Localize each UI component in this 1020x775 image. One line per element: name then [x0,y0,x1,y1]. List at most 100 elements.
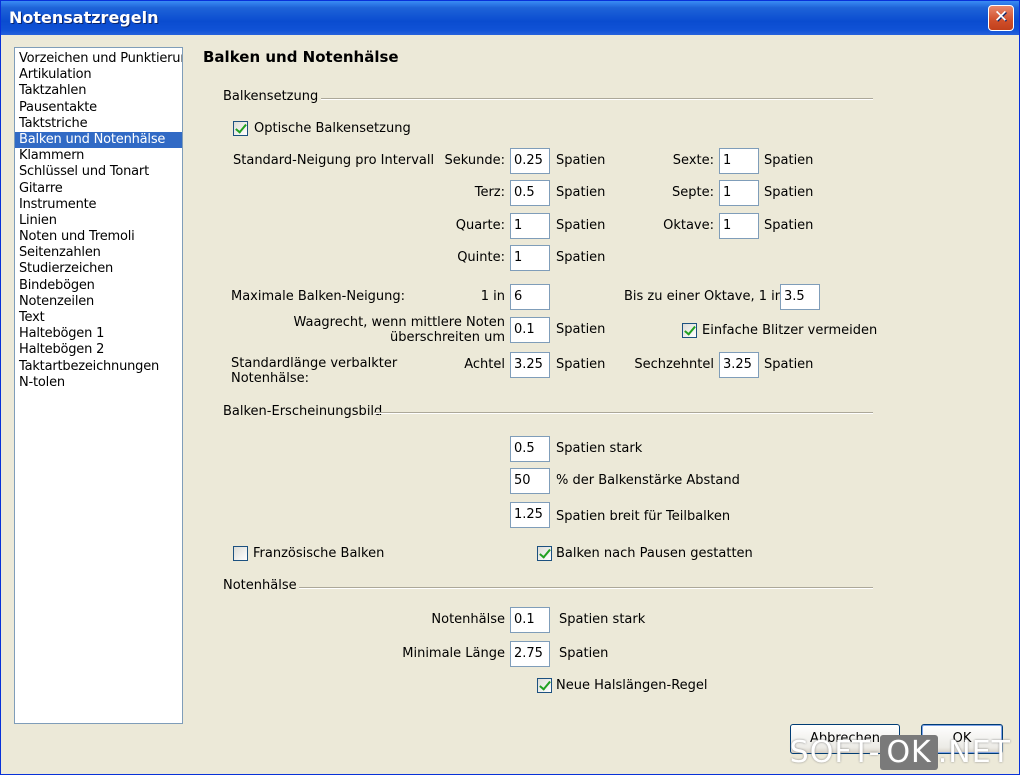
achtel-unit: Spatien [556,357,606,372]
balken-stark-label: Spatien stark [556,441,643,456]
sidebar-item[interactable]: Studierzeichen [15,261,182,277]
standardlaenge-label-line1: Standardlänge verbalkter [231,356,398,371]
bis-oktave-label: Bis zu einer Oktave, 1 in [624,289,783,304]
sidebar-item[interactable]: Klammern [15,148,182,164]
quarte-label: Quarte: [455,218,505,233]
waagrecht-label-line2: überschreiten um [389,330,505,345]
sidebar-item[interactable]: Schlüssel und Tonart [15,164,182,180]
sexte-unit: Spatien [764,153,814,168]
sidebar-item[interactable]: Linien [15,213,182,229]
title-bar[interactable]: Notensatzregeln ✕ [1,1,1019,35]
achtel-label: Achtel [464,357,505,372]
sechzehntel-label: Sechzehntel [634,357,714,372]
oktave-unit: Spatien [764,218,814,233]
notenhaelse-stark-input[interactable]: 0.1 [510,607,550,633]
standardlaenge-label-line2: Notenhälse: [231,371,309,386]
quarte-unit: Spatien [556,218,606,233]
notenhaelse-stark-unit: Spatien stark [559,612,646,627]
sidebar-item[interactable]: Pausentakte [15,100,182,116]
sidebar-item[interactable]: Noten und Tremoli [15,229,182,245]
sekunde-label: Sekunde: [444,153,506,168]
max-neigung-label: Maximale Balken-Neigung: [231,289,406,304]
sidebar-item[interactable]: Taktartbezeichnungen [15,359,182,375]
watermark: SOFT- OK .NET [790,735,1011,770]
page-title: Balken und Notenhälse [203,48,399,66]
sidebar-item[interactable]: Text [15,310,182,326]
balken-abstand-label: % der Balkenstärke Abstand [556,473,740,488]
min-laenge-input[interactable]: 2.75 [510,641,550,667]
watermark-part1: SOFT- [789,735,881,770]
oktave-input[interactable]: 1 [719,213,759,239]
close-icon: ✕ [993,7,1009,27]
group-divider [299,587,873,589]
min-laenge-label: Minimale Länge [402,646,505,661]
sekunde-input[interactable]: 0.25 [510,148,550,174]
group-label-erscheinungsbild: Balken-Erscheinungsbild [223,404,383,419]
sidebar-item[interactable]: Bindebögen [15,278,182,294]
teilbalken-label: Spatien breit für Teilbalken [556,509,731,524]
neue-halslaengen-checkbox[interactable] [537,678,552,693]
quarte-input[interactable]: 1 [510,213,550,239]
waagrecht-label-line1: Waagrecht, wenn mittlere Noten [293,315,505,330]
balken-stark-input[interactable]: 0.5 [510,436,550,462]
window-title: Notensatzregeln [9,8,159,27]
septe-input[interactable]: 1 [719,180,759,206]
teilbalken-input[interactable]: 1.25 [510,502,550,528]
bis-oktave-input[interactable]: 3.5 [780,284,820,310]
quinte-label: Quinte: [457,250,505,265]
sidebar-item[interactable]: Vorzeichen und Punktierun [15,51,182,67]
sidebar-item[interactable]: Haltebögen 1 [15,326,182,342]
waagrecht-label: Waagrecht, wenn mittlere Noten überschre… [281,315,505,345]
watermark-part2: OK [880,735,938,770]
oktave-label: Oktave: [663,218,714,233]
terz-unit: Spatien [556,185,606,200]
balken-nach-pausen-checkbox[interactable] [537,546,552,561]
sidebar-item[interactable]: Seitenzahlen [15,245,182,261]
waagrecht-input[interactable]: 0.1 [510,317,550,343]
min-laenge-unit: Spatien [559,646,609,661]
sidebar-item[interactable]: Balken und Notenhälse [15,131,182,149]
terz-label: Terz: [474,185,505,200]
sidebar-item[interactable]: Instrumente [15,197,182,213]
optische-balkensetzung-checkbox[interactable] [233,121,248,136]
sexte-label: Sexte: [672,153,714,168]
sidebar-item[interactable]: Taktstriche [15,116,182,132]
sekunde-unit: Spatien [556,153,606,168]
sechzehntel-input[interactable]: 3.25 [719,352,759,378]
dialog-window: Notensatzregeln ✕ Vorzeichen und Punktie… [0,0,1020,775]
group-label-balkensetzung: Balkensetzung [223,89,319,104]
sidebar-item[interactable]: Artikulation [15,67,182,83]
sidebar-item[interactable]: Gitarre [15,181,182,197]
septe-label: Septe: [672,185,714,200]
notenhaelse-stark-label: Notenhälse [431,612,505,627]
group-label-notenhaelse: Notenhälse [223,578,297,593]
balken-abstand-input[interactable]: 50 [510,468,550,494]
standardlaenge-label: Standardlänge verbalkter Notenhälse: [231,356,397,386]
balken-nach-pausen-label: Balken nach Pausen gestatten [556,546,753,561]
neue-halslaengen-label: Neue Halslängen-Regel [556,678,708,693]
sidebar-item[interactable]: Haltebögen 2 [15,342,182,358]
max-neigung-input[interactable]: 6 [510,284,550,310]
blitzer-label: Einfache Blitzer vermeiden [702,323,878,338]
sidebar-item[interactable]: Taktzahlen [15,83,182,99]
terz-input[interactable]: 0.5 [510,180,550,206]
sidebar-item[interactable]: Notenzeilen [15,294,182,310]
group-divider [374,412,873,414]
sechzehntel-unit: Spatien [764,357,814,372]
quinte-unit: Spatien [556,250,606,265]
group-divider [321,98,873,100]
achtel-input[interactable]: 3.25 [510,352,550,378]
franzoesische-balken-checkbox[interactable] [233,546,248,561]
septe-unit: Spatien [764,185,814,200]
watermark-part3: .NET [937,735,1011,770]
franzoesische-balken-label: Französische Balken [253,546,385,561]
quinte-input[interactable]: 1 [510,245,550,271]
sidebar-item[interactable]: N-tolen [15,375,182,391]
blitzer-checkbox[interactable] [682,323,697,338]
optische-balkensetzung-label: Optische Balkensetzung [254,121,411,136]
neigung-label: Standard-Neigung pro Intervall [233,153,435,168]
category-list[interactable]: Vorzeichen und Punktierun Artikulation Tak… [14,47,183,724]
close-button[interactable]: ✕ [988,5,1014,31]
max-neigung-prefix: 1 in [480,289,505,304]
sexte-input[interactable]: 1 [719,148,759,174]
